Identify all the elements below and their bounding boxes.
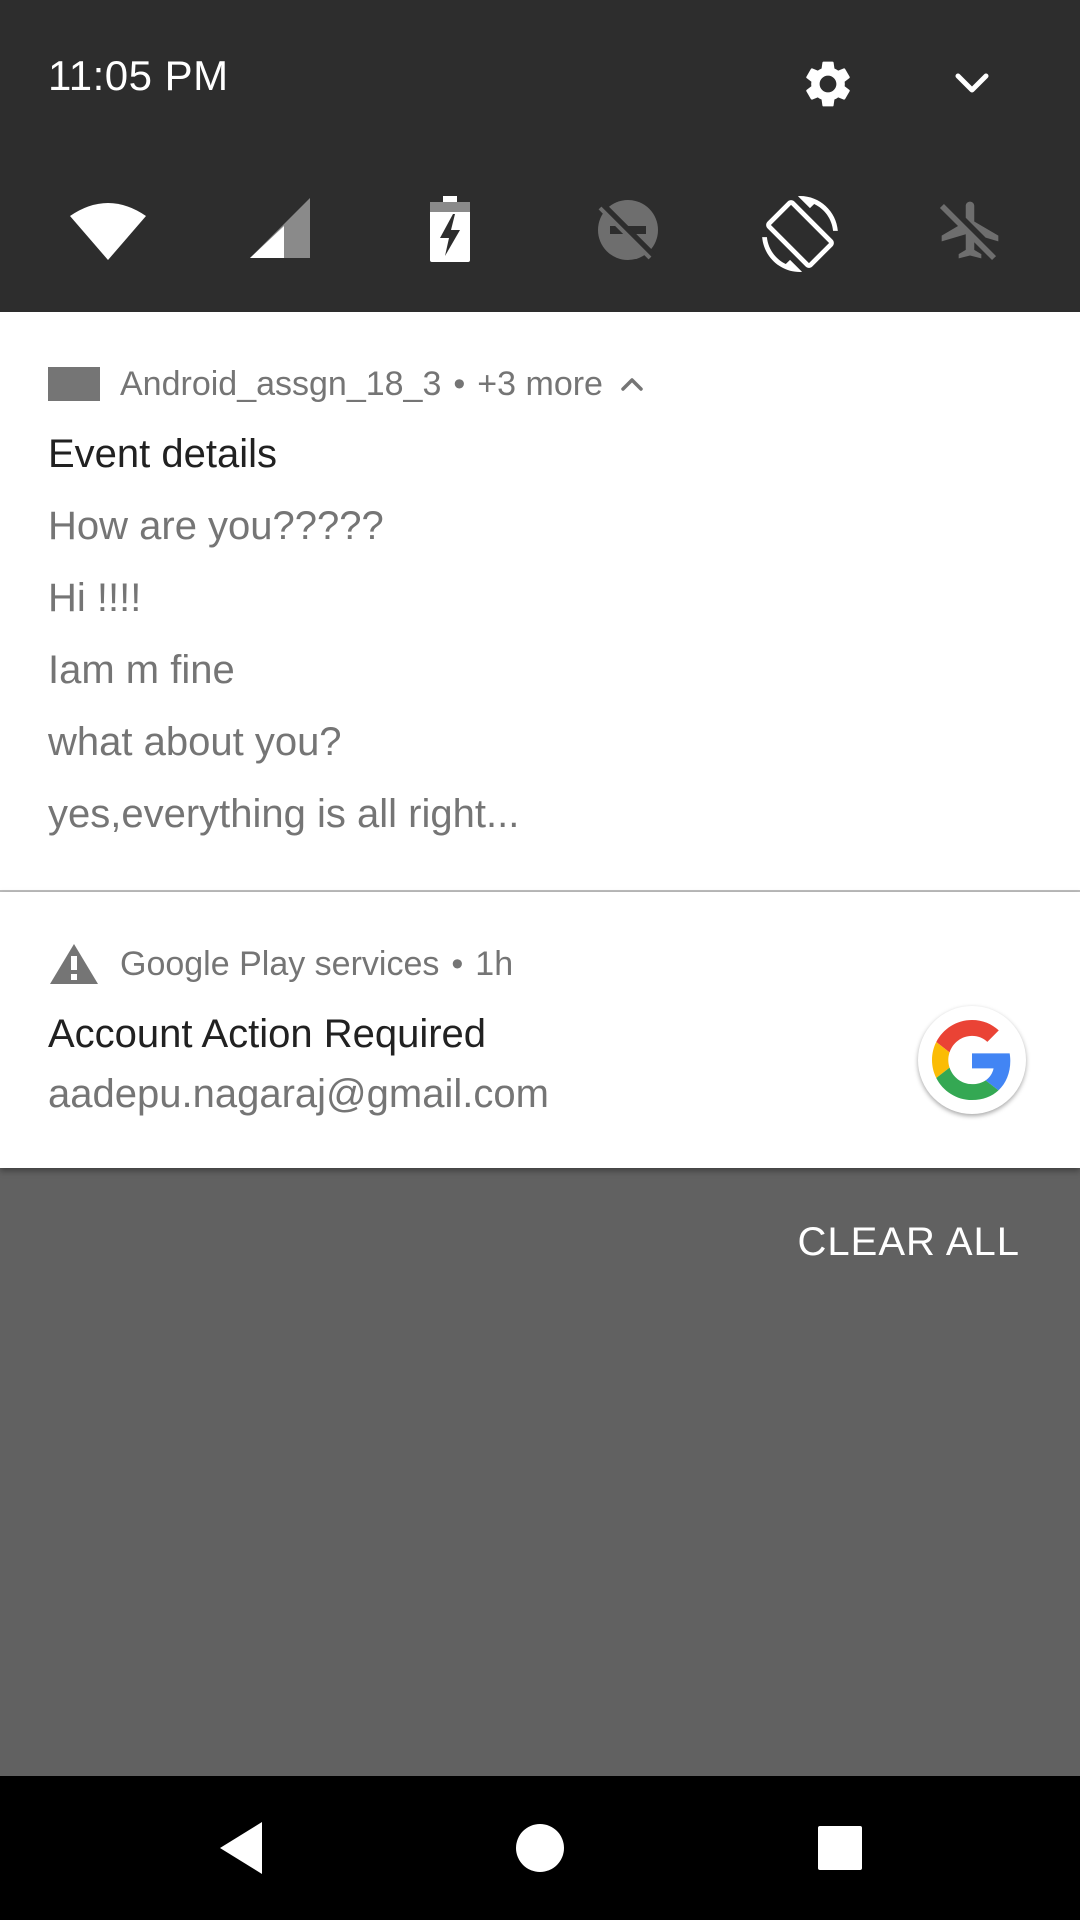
notification-title: Event details <box>48 432 278 476</box>
clear-all-button[interactable]: CLEAR ALL <box>798 1220 1020 1265</box>
do-not-disturb-off-icon[interactable] <box>594 196 674 268</box>
notification-line: How are you????? <box>48 504 384 548</box>
header-separator: • <box>453 364 466 403</box>
navigation-bar <box>0 1776 1080 1920</box>
chevron-down-icon[interactable] <box>948 64 996 104</box>
notification-line: Iam m fine <box>48 648 235 692</box>
quick-settings-panel: 11:05 PM <box>0 0 1080 312</box>
gear-icon[interactable] <box>800 56 856 112</box>
back-icon[interactable] <box>212 1816 276 1880</box>
notification-time: 1h <box>475 944 514 983</box>
notification-line: what about you? <box>48 720 342 764</box>
more-count: +3 more <box>477 364 603 403</box>
warning-icon <box>50 944 98 984</box>
google-logo-icon <box>918 1006 1026 1114</box>
battery-charging-icon[interactable] <box>428 196 508 268</box>
notification-line: yes,everything is all right... <box>48 792 520 836</box>
chevron-up-icon[interactable] <box>619 374 645 394</box>
notification-header-app: Android_assgn_18_3 • +3 more <box>48 364 645 404</box>
airplane-mode-icon[interactable] <box>936 196 1016 268</box>
notification-line: Hi !!!! <box>48 576 142 620</box>
notification-header-app: Google Play services • 1h <box>48 944 513 984</box>
notification-text: aadepu.nagaraj@gmail.com <box>48 1072 549 1116</box>
notification-title: Account Action Required <box>48 1012 487 1056</box>
home-icon[interactable] <box>508 1816 572 1880</box>
app-name: Android_assgn_18_3 <box>120 364 442 403</box>
clock-time: 11:05 PM <box>48 52 229 99</box>
notification-shade: 11:05 PM Android_assgn_18_3 • +3 more Ev… <box>0 0 1080 1920</box>
wifi-icon[interactable] <box>68 196 148 268</box>
app-name: Google Play services <box>120 944 440 983</box>
auto-rotate-icon[interactable] <box>762 196 842 272</box>
recents-icon[interactable] <box>808 1816 872 1880</box>
app-small-icon <box>48 367 100 401</box>
header-separator: • <box>451 944 464 983</box>
cellular-signal-icon[interactable] <box>248 196 328 268</box>
